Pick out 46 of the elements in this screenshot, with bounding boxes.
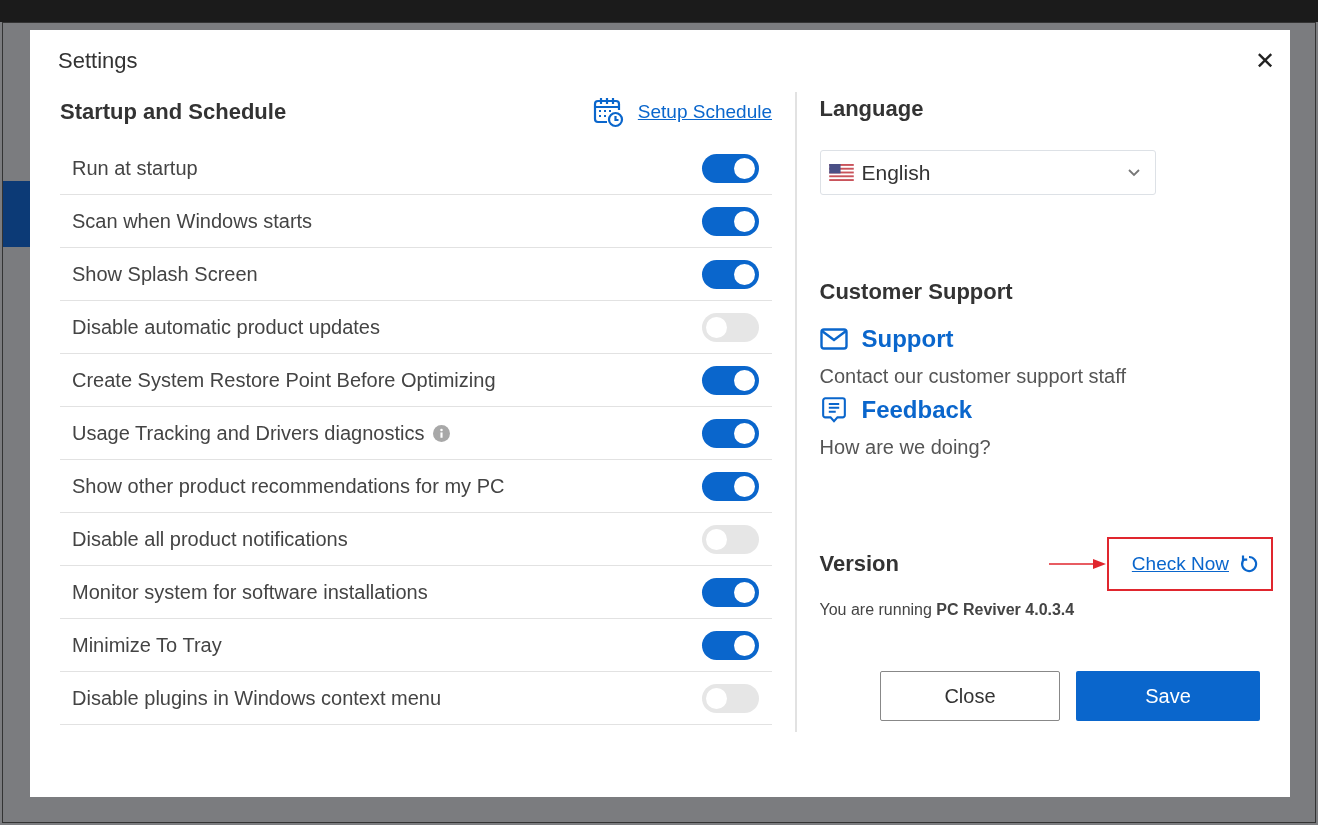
toggle-switch[interactable] bbox=[702, 206, 759, 236]
section-title: Language bbox=[819, 96, 924, 122]
toggle-switch[interactable] bbox=[702, 365, 759, 395]
sidebar-highlight bbox=[3, 181, 33, 247]
toggle-switch[interactable] bbox=[702, 524, 759, 554]
toggle-switch[interactable] bbox=[702, 630, 759, 660]
option-label: Minimize To Tray bbox=[72, 633, 222, 657]
toggle-switch[interactable] bbox=[702, 153, 759, 183]
option-label: Disable all product notifications bbox=[72, 527, 348, 551]
option-label: Run at startup bbox=[72, 156, 198, 180]
toggle-switch[interactable] bbox=[702, 259, 759, 289]
link-description: Contact our customer support staff bbox=[819, 365, 1126, 388]
section-title: Version bbox=[819, 551, 899, 577]
calendar-clock-icon bbox=[591, 96, 624, 128]
annotation-arrow bbox=[1048, 558, 1107, 570]
option-label: Disable plugins in Windows context menu bbox=[72, 686, 442, 710]
toggle-switch[interactable] bbox=[702, 471, 759, 501]
option-label: Monitor system for software installations bbox=[72, 580, 428, 604]
link-description: How are we doing? bbox=[819, 436, 991, 459]
toggle-switch[interactable] bbox=[702, 418, 759, 448]
section-title: Startup and Schedule bbox=[60, 99, 287, 125]
dialog-title: Settings bbox=[58, 48, 138, 74]
option-label: Disable automatic product updates bbox=[72, 315, 380, 339]
toggle-switch[interactable] bbox=[702, 312, 759, 342]
toggle-switch[interactable] bbox=[702, 683, 759, 713]
option-label: Create System Restore Point Before Optimizing bbox=[72, 368, 496, 392]
support-link[interactable]: Feedback bbox=[861, 396, 973, 424]
envelope-icon bbox=[819, 326, 848, 352]
option-label: Show other product recommendations for my PC bbox=[72, 474, 505, 498]
save-button[interactable]: Save bbox=[1076, 671, 1260, 721]
close-button[interactable]: Close bbox=[880, 671, 1060, 721]
toggle-switch[interactable] bbox=[702, 577, 759, 607]
option-label: Usage Tracking and Drivers diagnostics bbox=[72, 421, 425, 445]
chat-bubble-icon bbox=[819, 397, 848, 423]
chevron-down-icon bbox=[1127, 168, 1140, 177]
support-link[interactable]: Support bbox=[861, 325, 954, 353]
close-button[interactable]: ✕ bbox=[1252, 47, 1277, 75]
flag-icon bbox=[828, 164, 854, 181]
check-now-link[interactable]: Check Now bbox=[1131, 553, 1229, 575]
version-text: You are running PC Reviver 4.0.3.4 bbox=[819, 601, 1075, 619]
section-title: Customer Support bbox=[819, 279, 1013, 305]
setup-schedule-link[interactable]: Setup Schedule bbox=[637, 101, 772, 123]
option-label: Show Splash Screen bbox=[72, 262, 258, 286]
option-label: Scan when Windows starts bbox=[72, 209, 313, 233]
language-dropdown[interactable]: English bbox=[819, 150, 1156, 195]
refresh-icon[interactable] bbox=[1239, 554, 1259, 574]
